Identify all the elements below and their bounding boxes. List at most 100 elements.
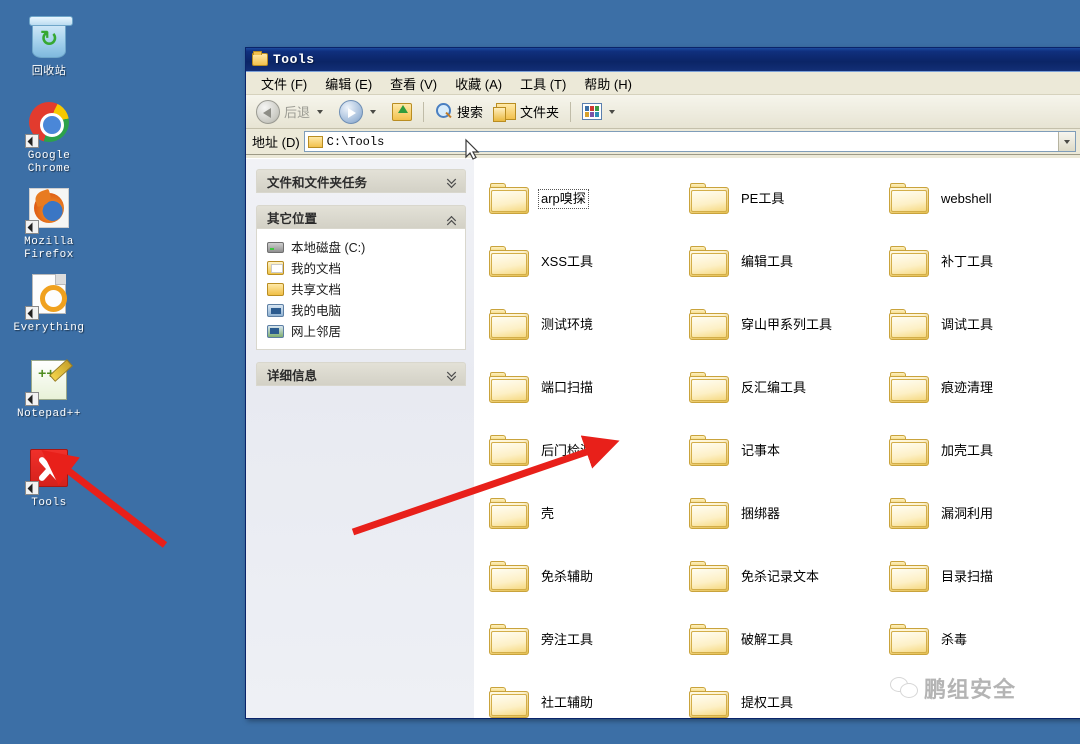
- explorer-window[interactable]: Tools 文件 (F) 编辑 (E) 查看 (V) 收藏 (A) 工具 (T)…: [245, 47, 1080, 719]
- folders-button[interactable]: 文件夹: [490, 98, 565, 126]
- folder-icon: [689, 371, 730, 404]
- folder-item[interactable]: 提权工具: [686, 671, 886, 718]
- search-icon: [435, 102, 453, 121]
- folder-item[interactable]: 目录扫描: [886, 545, 1080, 608]
- menu-item-favorites[interactable]: 收藏 (A): [446, 72, 511, 95]
- place-item-network-places[interactable]: 网上邻居: [267, 320, 459, 341]
- folder-item-label: 加壳工具: [941, 442, 994, 458]
- menu-item-file[interactable]: 文件 (F): [252, 72, 316, 95]
- task-block-header[interactable]: 其它位置: [256, 205, 466, 229]
- folder-item[interactable]: 社工辅助: [486, 671, 686, 718]
- place-item-my-documents[interactable]: 我的文档: [267, 257, 459, 278]
- folder-item[interactable]: 穿山甲系列工具: [686, 293, 886, 356]
- up-button[interactable]: [386, 98, 418, 126]
- chevron-down-icon[interactable]: [370, 109, 377, 114]
- folder-icon: [489, 434, 530, 467]
- toolbar[interactable]: 后退 搜索 文件夹: [246, 95, 1080, 129]
- task-block-title: 详细信息: [267, 368, 318, 383]
- hard-drive-icon: [267, 242, 284, 253]
- menu-item-edit[interactable]: 编辑 (E): [316, 72, 381, 95]
- desktop-icon-google-chrome[interactable]: Google Chrome: [6, 100, 92, 176]
- views-button[interactable]: [576, 98, 624, 126]
- folder-item-label: 破解工具: [741, 631, 794, 647]
- folder-icon: [889, 245, 930, 278]
- address-input[interactable]: C:\Tools: [303, 131, 1076, 152]
- desktop-icon-everything[interactable]: Everything: [6, 272, 92, 335]
- folder-item-label: 编辑工具: [741, 253, 794, 269]
- desktop-icon-mozilla-firefox[interactable]: Mozilla Firefox: [6, 186, 92, 262]
- folder-item[interactable]: 破解工具: [686, 608, 886, 671]
- desktop-icon-tools[interactable]: Tools: [6, 446, 92, 510]
- folder-icon: [489, 371, 530, 404]
- window-titlebar[interactable]: Tools: [246, 48, 1080, 72]
- menu-bar[interactable]: 文件 (F) 编辑 (E) 查看 (V) 收藏 (A) 工具 (T) 帮助 (H…: [246, 72, 1080, 95]
- firefox-icon: [25, 188, 71, 234]
- folder-item[interactable]: XSS工具: [486, 230, 686, 293]
- folder-item[interactable]: 免杀辅助: [486, 545, 686, 608]
- task-block-details: 详细信息: [256, 362, 466, 386]
- folder-item[interactable]: 加壳工具: [886, 419, 1080, 482]
- place-item-my-computer[interactable]: 我的电脑: [267, 299, 459, 320]
- folder-item[interactable]: 端口扫描: [486, 356, 686, 419]
- folder-icon: [889, 623, 930, 656]
- folder-item-label: 痕迹清理: [941, 379, 994, 395]
- place-item-shared-documents[interactable]: 共享文档: [267, 278, 459, 299]
- folder-item[interactable]: 杀毒: [886, 608, 1080, 671]
- folder-item[interactable]: 测试环境: [486, 293, 686, 356]
- folder-item[interactable]: 壳: [486, 482, 686, 545]
- chevron-down-icon[interactable]: [317, 109, 324, 114]
- folder-item[interactable]: 后门检测: [486, 419, 686, 482]
- folder-item[interactable]: 记事本: [686, 419, 886, 482]
- task-block-header[interactable]: 详细信息: [256, 362, 466, 386]
- folder-item[interactable]: 旁注工具: [486, 608, 686, 671]
- address-dropdown-button[interactable]: [1058, 132, 1075, 151]
- menu-item-view[interactable]: 查看 (V): [381, 72, 446, 95]
- chevron-double-down-icon[interactable]: [446, 176, 457, 187]
- desktop-icon-recycle-bin[interactable]: 回收站: [6, 16, 92, 79]
- forward-button[interactable]: [333, 98, 385, 126]
- folder-item[interactable]: 捆绑器: [686, 482, 886, 545]
- place-item-local-disk-c[interactable]: 本地磁盘 (C:): [267, 236, 459, 257]
- menu-item-tools[interactable]: 工具 (T): [511, 72, 575, 95]
- folder-item[interactable]: PE工具: [686, 167, 886, 230]
- menu-item-help[interactable]: 帮助 (H): [575, 72, 641, 95]
- place-item-label: 我的电脑: [291, 304, 342, 318]
- folder-item-label: 社工辅助: [541, 694, 594, 710]
- search-button[interactable]: 搜索: [429, 98, 489, 126]
- forward-arrow-icon: [339, 99, 364, 124]
- folder-item[interactable]: 免杀记录文本: [686, 545, 886, 608]
- recycle-bin-icon: [27, 16, 73, 62]
- folder-item-label: 免杀记录文本: [741, 568, 820, 584]
- chevron-double-up-icon[interactable]: [446, 212, 457, 223]
- folder-icon: [489, 308, 530, 341]
- folder-item-label: 目录扫描: [941, 568, 994, 584]
- chevron-down-icon: [1064, 139, 1070, 144]
- folder-item[interactable]: 漏洞利用: [886, 482, 1080, 545]
- task-block-file-and-folder-tasks: 文件和文件夹任务: [256, 169, 466, 193]
- folder-item[interactable]: 痕迹清理: [886, 356, 1080, 419]
- folder-item-label: 捆绑器: [741, 505, 781, 521]
- folder-item[interactable]: 补丁工具: [886, 230, 1080, 293]
- folder-item[interactable]: 编辑工具: [686, 230, 886, 293]
- place-item-label: 我的文档: [291, 262, 342, 276]
- address-bar[interactable]: 地址 (D) C:\Tools: [246, 129, 1080, 155]
- desktop-icon-notepadpp[interactable]: Notepad++: [6, 358, 92, 421]
- folder-icon: [689, 308, 730, 341]
- notepadpp-icon: [25, 360, 71, 406]
- chevron-double-down-icon[interactable]: [446, 369, 457, 380]
- chevron-down-icon[interactable]: [609, 109, 616, 114]
- network-places-icon: [267, 324, 284, 338]
- folder-item[interactable]: 反汇编工具: [686, 356, 886, 419]
- folder-item-label: 调试工具: [941, 316, 994, 332]
- folder-item[interactable]: webshell: [886, 167, 1080, 230]
- folder-icon: [489, 686, 530, 718]
- folder-item[interactable]: 调试工具: [886, 293, 1080, 356]
- folder-item[interactable]: arp嗅探: [486, 167, 686, 230]
- file-list-pane[interactable]: arp嗅探 PE工具 webshell XSS工具 编辑工具 补丁工具测试环境 穿山甲系列工…: [474, 159, 1080, 718]
- folder-item-label: 端口扫描: [541, 379, 594, 395]
- folder-icon: [889, 371, 930, 404]
- task-block-header[interactable]: 文件和文件夹任务: [256, 169, 466, 193]
- folder-icon: [689, 182, 730, 215]
- back-button[interactable]: 后退: [250, 98, 332, 126]
- folder-item-label: 穿山甲系列工具: [741, 316, 833, 332]
